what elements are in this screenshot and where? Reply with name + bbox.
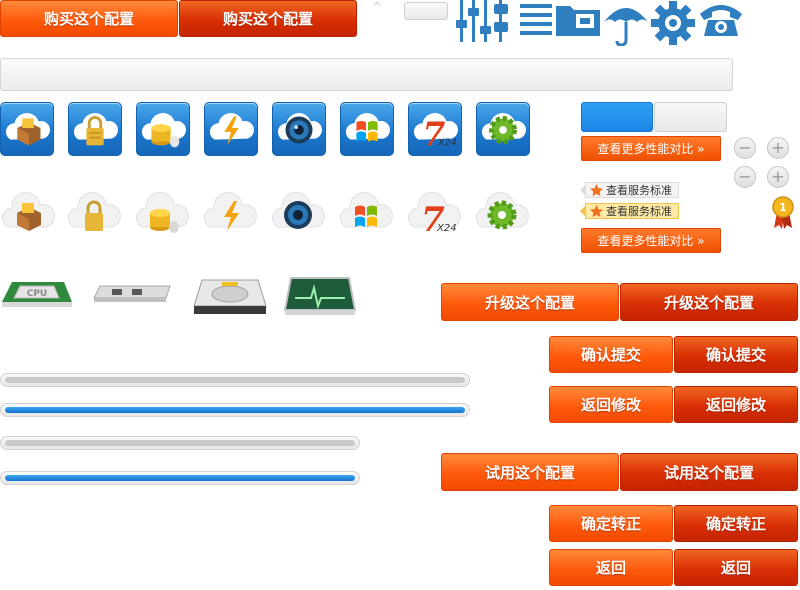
tag-label: 查看服务标准 bbox=[606, 205, 672, 218]
lightning-cloud-tile-plain[interactable] bbox=[202, 183, 260, 241]
compare-performance-link-2[interactable]: 查看更多性能对比 » bbox=[581, 228, 721, 253]
buy-config-button[interactable]: 购买这个配置 bbox=[0, 0, 178, 37]
star-icon bbox=[590, 184, 603, 197]
list-icon[interactable] bbox=[520, 2, 552, 36]
lock-cloud-tile[interactable] bbox=[68, 102, 122, 156]
package-cloud-tile[interactable] bbox=[0, 102, 54, 156]
confirm-submit-button-hover[interactable]: 确认提交 bbox=[674, 336, 798, 373]
lightning-cloud-tile[interactable] bbox=[204, 102, 258, 156]
seven-digit: 7 bbox=[421, 200, 445, 240]
progress-bar-empty-short bbox=[0, 436, 360, 450]
camera-lens-icon bbox=[285, 116, 313, 144]
package-cloud-tile-plain[interactable] bbox=[0, 183, 58, 241]
upgrade-config-button[interactable]: 升级这个配置 bbox=[441, 283, 619, 321]
minus-button[interactable]: − bbox=[734, 137, 756, 159]
buy-config-button-hover[interactable]: 购买这个配置 bbox=[179, 0, 357, 37]
convert-official-button-hover[interactable]: 确定转正 bbox=[674, 505, 798, 542]
umbrella-icon[interactable] bbox=[602, 0, 650, 46]
return-button-hover[interactable]: 返回 bbox=[674, 549, 798, 586]
gear-green-icon bbox=[487, 200, 517, 230]
progress-bar-full-short bbox=[0, 471, 360, 485]
trial-config-button-hover[interactable]: 试用这个配置 bbox=[620, 453, 798, 491]
hard-drive-icon bbox=[193, 279, 267, 314]
star-icon bbox=[590, 205, 603, 218]
upgrade-config-button-hover[interactable]: 升级这个配置 bbox=[620, 283, 798, 321]
tag-label: 查看服务标准 bbox=[606, 184, 672, 197]
telephone-icon[interactable] bbox=[696, 0, 746, 38]
confirm-submit-button[interactable]: 确认提交 bbox=[549, 336, 673, 373]
small-input[interactable] bbox=[404, 2, 448, 20]
search-bar[interactable] bbox=[0, 58, 733, 91]
plus-button-2[interactable]: + bbox=[767, 166, 789, 188]
sliders-icon[interactable] bbox=[455, 0, 495, 42]
camera-lens-cloud-tile-plain[interactable] bbox=[270, 183, 328, 241]
progress-bar-empty bbox=[0, 373, 470, 387]
settings-sliders-icon[interactable] bbox=[494, 0, 520, 42]
medal-number: 1 bbox=[779, 201, 787, 214]
service-standard-tag-hover[interactable]: 查看服务标准 bbox=[580, 203, 679, 219]
gear-icon[interactable] bbox=[651, 1, 695, 45]
gear-cloud-tile-plain[interactable] bbox=[474, 183, 532, 241]
plus-button[interactable]: + bbox=[767, 137, 789, 159]
back-edit-button-hover[interactable]: 返回修改 bbox=[674, 386, 798, 423]
back-edit-button[interactable]: 返回修改 bbox=[549, 386, 673, 423]
compare-performance-link[interactable]: 查看更多性能对比 » bbox=[581, 136, 721, 161]
minus-button-2[interactable]: − bbox=[734, 166, 756, 188]
x24-label: X24 bbox=[436, 223, 457, 234]
camera-lens-icon bbox=[284, 201, 312, 229]
trial-config-button[interactable]: 试用这个配置 bbox=[441, 453, 619, 491]
convert-official-button[interactable]: 确定转正 bbox=[549, 505, 673, 542]
7x24-cloud-tile[interactable]: 7 X24 bbox=[408, 102, 462, 156]
lock-cloud-tile-plain[interactable] bbox=[66, 183, 124, 241]
segment-active[interactable] bbox=[581, 102, 653, 132]
gear-cloud-tile[interactable] bbox=[476, 102, 530, 156]
cpu-label: CPU bbox=[27, 289, 48, 299]
monitor-pulse-icon bbox=[283, 277, 357, 315]
memory-module-icon bbox=[93, 285, 171, 302]
camera-lens-cloud-tile[interactable] bbox=[272, 102, 326, 156]
7x24-cloud-tile-plain[interactable]: 7 X24 bbox=[406, 183, 464, 241]
return-button[interactable]: 返回 bbox=[549, 549, 673, 586]
folder-open-icon[interactable] bbox=[554, 0, 602, 38]
service-standard-tag[interactable]: 查看服务标准 bbox=[580, 182, 679, 198]
coins-cloud-tile-plain[interactable] bbox=[134, 183, 192, 241]
segment-inactive[interactable] bbox=[654, 102, 727, 132]
cpu-chip-icon: CPU bbox=[2, 282, 72, 307]
gear-green-icon bbox=[489, 116, 517, 144]
medal-badge-icon: 1 bbox=[772, 196, 794, 229]
x24-label: X24 bbox=[437, 137, 457, 148]
progress-bar-full bbox=[0, 403, 470, 417]
coins-cloud-tile[interactable] bbox=[136, 102, 190, 156]
windows-cloud-tile[interactable] bbox=[340, 102, 394, 156]
caret-up-icon[interactable]: ^ bbox=[372, 0, 382, 14]
windows-cloud-tile-plain[interactable] bbox=[338, 183, 396, 241]
